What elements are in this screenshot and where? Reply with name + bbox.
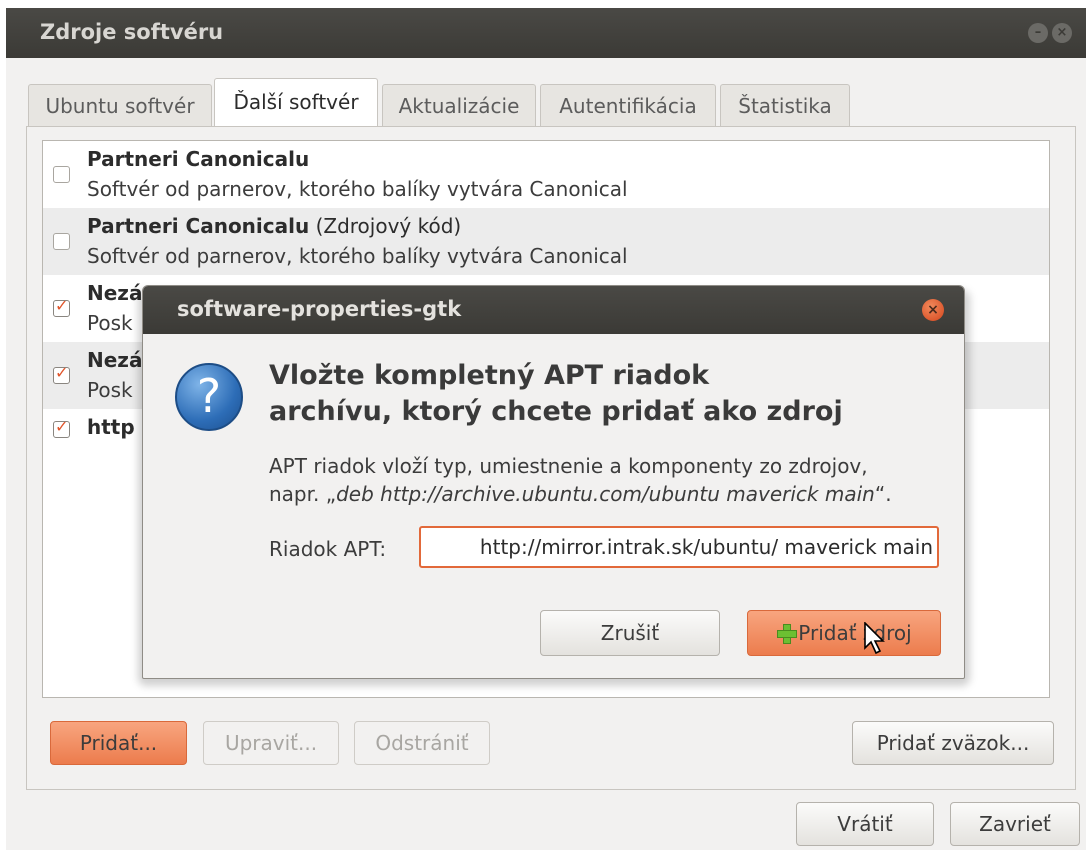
dialog-body-line: napr. „deb http://archive.ubuntu.com/ubu… <box>269 480 892 508</box>
tab-label: Štatistika <box>738 94 832 118</box>
dialog-heading-line: archívu, ktorý chcete pridať ako zdroj <box>269 396 843 427</box>
dialog-body: APT riadok vloží typ, umiestnenie a komp… <box>269 452 892 508</box>
add-plus-icon <box>776 623 798 644</box>
source-checkbox[interactable] <box>53 166 70 183</box>
source-checkbox[interactable] <box>53 363 70 384</box>
source-name: Partneri Canonicalu <box>87 147 310 171</box>
dialog-title: software-properties-gtk <box>177 297 462 321</box>
question-icon: ? <box>175 363 243 431</box>
source-title: Partneri Canonicalu (Zdrojový kód) <box>87 214 461 238</box>
add-apt-source-dialog: software-properties-gtk × ? Vložte kompl… <box>142 285 965 679</box>
window-titlebar[interactable]: Zdroje softvéru – × <box>6 8 1086 58</box>
apt-line-label: Riadok APT: <box>269 537 387 561</box>
source-title: Partneri Canonicalu <box>87 147 309 171</box>
dialog-titlebar[interactable]: software-properties-gtk × <box>143 286 964 334</box>
tab-other-software[interactable]: Ďalší softvér <box>214 78 378 128</box>
source-name: Nezá <box>87 348 143 372</box>
add-source-button[interactable]: Pridať zdroj <box>747 610 941 656</box>
tab-label: Autentifikácia <box>559 94 697 118</box>
source-description: Posk <box>87 311 133 335</box>
close-button[interactable]: Zavrieť <box>950 802 1080 846</box>
source-name: Nezá <box>87 281 143 305</box>
source-description: Softvér od parnerov, ktorého balíky vytv… <box>87 177 628 201</box>
add-button[interactable]: Pridať... <box>50 721 187 765</box>
list-item[interactable]: Partneri Canonicalu Softvér od parnerov,… <box>43 141 1049 208</box>
tab-updates[interactable]: Aktualizácie <box>382 84 536 128</box>
source-name: http <box>87 415 135 439</box>
edit-button[interactable]: Upraviť... <box>203 721 339 765</box>
source-suffix: (Zdrojový kód) <box>309 214 462 238</box>
example-apt-line: deb http://archive.ubuntu.com/ubuntu mav… <box>336 482 875 506</box>
tab-label: Aktualizácie <box>398 94 520 118</box>
dialog-close-icon[interactable]: × <box>922 299 944 321</box>
source-checkbox[interactable] <box>53 417 70 438</box>
remove-button[interactable]: Odstrániť <box>354 721 490 765</box>
source-title: Nezá <box>87 281 142 305</box>
dialog-heading-line: Vložte kompletný APT riadok <box>269 360 710 391</box>
source-description: Posk <box>87 378 133 402</box>
list-item[interactable]: Partneri Canonicalu (Zdrojový kód) Softv… <box>43 208 1049 275</box>
source-checkbox[interactable] <box>53 233 70 250</box>
tab-label: Ďalší softvér <box>233 90 359 114</box>
add-source-label: Pridať zdroj <box>798 621 912 645</box>
add-key-button[interactable]: Pridať zväzok... <box>852 721 1054 765</box>
source-title: Nezá <box>87 348 142 372</box>
minimize-icon[interactable]: – <box>1028 23 1048 43</box>
tab-ubuntu-software[interactable]: Ubuntu softvér <box>28 84 212 128</box>
close-icon[interactable]: × <box>1052 23 1072 43</box>
example-suffix: “. <box>874 482 892 506</box>
source-description: Softvér od parnerov, ktorého balíky vytv… <box>87 244 628 268</box>
revert-button[interactable]: Vrátiť <box>796 802 934 846</box>
source-name: Partneri Canonicalu <box>87 214 310 238</box>
tab-label: Ubuntu softvér <box>45 94 195 118</box>
tab-statistics[interactable]: Štatistika <box>720 84 850 128</box>
dialog-heading: Vložte kompletný APT riadok archívu, kto… <box>269 358 843 430</box>
dialog-body-line: APT riadok vloží typ, umiestnenie a komp… <box>269 454 868 478</box>
source-checkbox[interactable] <box>53 296 70 317</box>
window-title: Zdroje softvéru <box>40 20 224 44</box>
cancel-button[interactable]: Zrušiť <box>540 610 720 656</box>
apt-line-input[interactable]: http://mirror.intrak.sk/ubuntu/ maverick… <box>419 526 939 568</box>
example-prefix: napr. „ <box>269 482 337 506</box>
tab-authentication[interactable]: Autentifikácia <box>540 84 716 128</box>
